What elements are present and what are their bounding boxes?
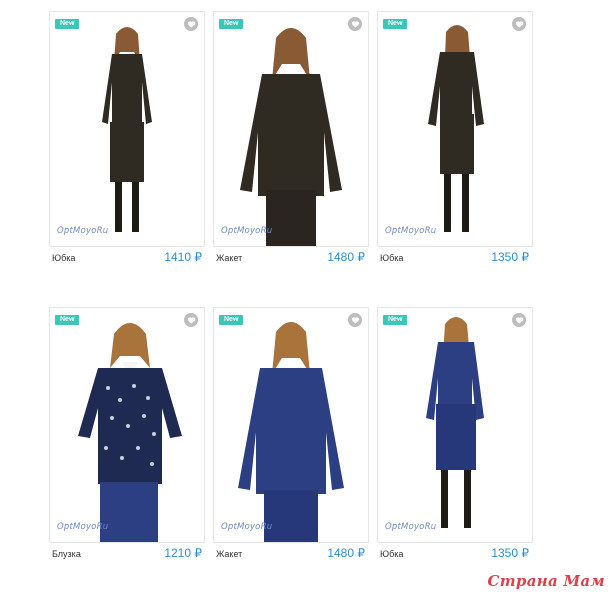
- new-badge: New: [219, 315, 244, 325]
- product-photo[interactable]: [378, 12, 532, 246]
- product-price: 1480 ₽: [327, 546, 365, 560]
- new-badge: New: [55, 19, 80, 29]
- heart-icon[interactable]: [184, 313, 198, 327]
- product-photo[interactable]: [378, 308, 532, 542]
- brand-logo: OptMoyoRu: [385, 522, 437, 532]
- product-name[interactable]: Юбка: [52, 253, 75, 263]
- brand-logo: OptMoyoRu: [57, 226, 109, 236]
- heart-icon[interactable]: [512, 313, 526, 327]
- product-card[interactable]: New OptMoyoRu: [49, 307, 205, 543]
- brand-logo: OptMoyoRu: [57, 522, 109, 532]
- product-card[interactable]: New OptMoyoRu: [213, 307, 369, 543]
- product-price: 1410 ₽: [164, 250, 202, 264]
- product-photo[interactable]: [50, 12, 204, 246]
- product-photo[interactable]: [214, 308, 368, 542]
- product-card[interactable]: New OptMoyoRu: [377, 307, 533, 543]
- product-name[interactable]: Блузка: [52, 549, 81, 559]
- product-name[interactable]: Жакет: [216, 549, 242, 559]
- heart-icon[interactable]: [348, 17, 362, 31]
- product-card[interactable]: New OptMoyoRu: [377, 11, 533, 247]
- new-badge: New: [55, 315, 80, 325]
- site-watermark: Страна Мам: [487, 572, 605, 590]
- heart-icon[interactable]: [348, 313, 362, 327]
- product-name[interactable]: Жакет: [216, 253, 242, 263]
- new-badge: New: [383, 315, 408, 325]
- heart-icon[interactable]: [184, 17, 198, 31]
- brand-logo: OptMoyoRu: [385, 226, 437, 236]
- product-card[interactable]: New OptMoyoRu: [213, 11, 369, 247]
- product-price: 1210 ₽: [164, 546, 202, 560]
- product-photo[interactable]: [50, 308, 204, 542]
- new-badge: New: [383, 19, 408, 29]
- new-badge: New: [219, 19, 244, 29]
- product-price: 1480 ₽: [327, 250, 365, 264]
- heart-icon[interactable]: [512, 17, 526, 31]
- product-name[interactable]: Юбка: [380, 253, 403, 263]
- product-name[interactable]: Юбка: [380, 549, 403, 559]
- product-photo[interactable]: [214, 12, 368, 246]
- brand-logo: OptMoyoRu: [221, 226, 273, 236]
- product-card[interactable]: New OptMoyoRu: [49, 11, 205, 247]
- product-price: 1350 ₽: [491, 250, 529, 264]
- brand-logo: OptMoyoRu: [221, 522, 273, 532]
- product-price: 1350 ₽: [491, 546, 529, 560]
